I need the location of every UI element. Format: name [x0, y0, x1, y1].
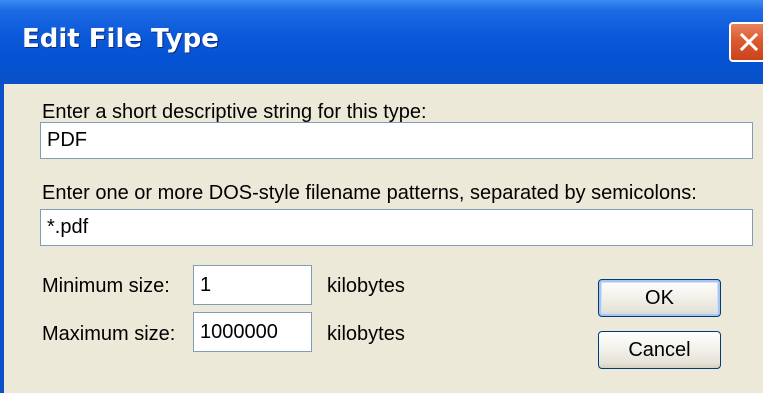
close-x-icon — [739, 32, 759, 52]
patterns-input[interactable] — [40, 209, 753, 246]
title-bar[interactable]: Edit File Type — [0, 0, 763, 84]
ok-button[interactable]: OK — [598, 279, 721, 317]
max-size-unit: kilobytes — [327, 323, 405, 345]
min-size-unit: kilobytes — [327, 275, 405, 297]
description-label: Enter a short descriptive string for thi… — [42, 101, 427, 123]
max-size-label: Maximum size: — [42, 323, 176, 345]
close-button[interactable] — [729, 22, 763, 62]
dialog-title: Edit File Type — [22, 24, 219, 54]
patterns-label: Enter one or more DOS-style filename pat… — [42, 182, 697, 204]
window-left-border — [0, 84, 4, 393]
cancel-button[interactable]: Cancel — [598, 331, 721, 369]
max-size-input[interactable] — [193, 312, 312, 352]
min-size-input[interactable] — [193, 265, 312, 305]
description-input[interactable] — [40, 122, 753, 159]
min-size-label: Minimum size: — [42, 275, 170, 297]
edit-file-type-dialog: Edit File Type Enter a short descriptive… — [0, 0, 763, 393]
